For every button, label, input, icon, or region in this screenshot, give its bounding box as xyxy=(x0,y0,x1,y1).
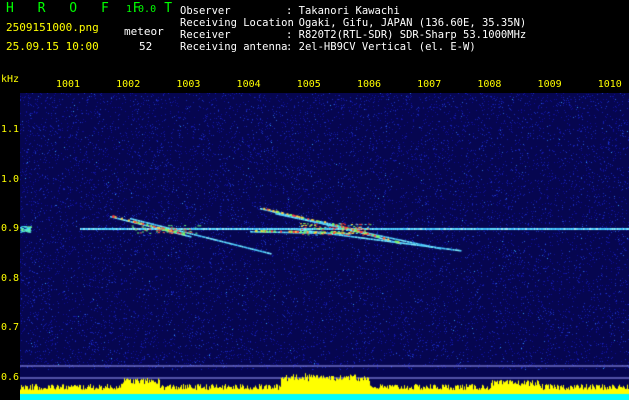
x-tick-label: 1005 xyxy=(296,79,321,90)
y-tick-label: 0.7 xyxy=(1,322,20,333)
app-version: 1.0.0 xyxy=(126,4,157,15)
y-tick-label: 1.1 xyxy=(1,124,20,135)
file-name: 2509151000.png xyxy=(6,21,99,34)
y-tick-label: 0.9 xyxy=(1,223,20,234)
x-tick-label: 1007 xyxy=(417,79,442,90)
x-tick-label: 1002 xyxy=(116,79,141,90)
observer-label: Observer xyxy=(180,5,231,17)
y-unit-label: kHz xyxy=(1,74,20,85)
x-tick-label: 1008 xyxy=(477,79,502,90)
hrofft-window: H R O F F T 1.0.0 2509151000.png meteor … xyxy=(0,0,629,400)
x-tick-label: 1004 xyxy=(236,79,261,90)
timestamp: 25.09.15 10:00 xyxy=(6,40,99,53)
spectrogram-canvas xyxy=(20,93,629,400)
antenna-value: : 2el-HB9CV Vertical (el. E-W) xyxy=(286,41,476,53)
x-tick-label: 1006 xyxy=(356,79,382,90)
y-tick-label: 0.8 xyxy=(1,272,20,284)
antenna-label: Receiving antenna xyxy=(180,41,288,53)
y-tick-label: 0.6 xyxy=(1,371,20,383)
location-label: Receiving Location xyxy=(180,17,294,29)
y-tick-label: 1.0 xyxy=(1,173,20,185)
x-tick-label: 1009 xyxy=(537,79,562,90)
meteor-count: 52 xyxy=(139,40,153,53)
receiver-value: : R820T2(RTL-SDR) SDR-Sharp 53.1000MHz xyxy=(286,29,527,41)
spectrogram xyxy=(20,93,629,400)
location-value: : Ogaki, Gifu, JAPAN (136.60E, 35.35N) xyxy=(286,17,527,29)
x-tick-label: 1003 xyxy=(176,79,201,90)
x-tick-label: 1010 xyxy=(597,79,622,90)
x-tick-label: 1001 xyxy=(55,79,81,90)
observer-value: : Takanori Kawachi xyxy=(286,5,400,17)
receiver-label: Receiver xyxy=(180,29,231,41)
meteor-label: meteor xyxy=(124,25,164,38)
